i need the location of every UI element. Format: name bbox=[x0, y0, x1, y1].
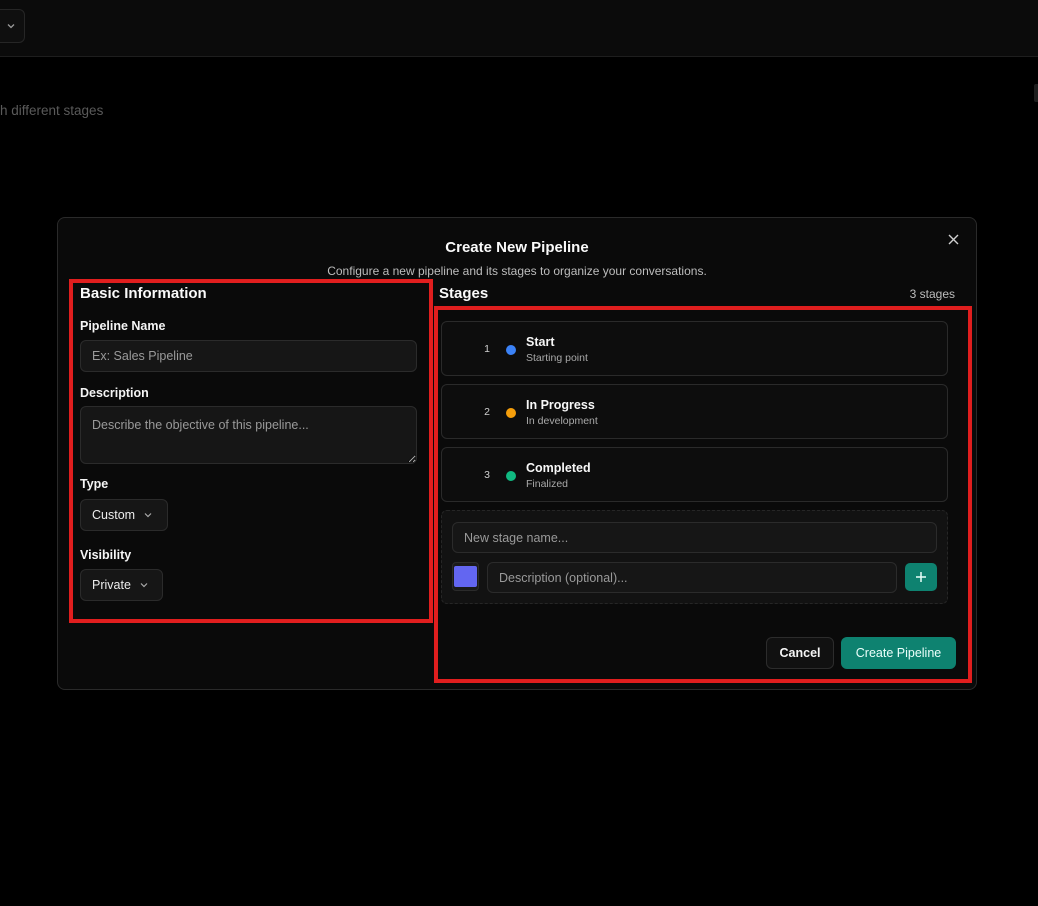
create-pipeline-dialog: Create New Pipeline Configure a new pipe… bbox=[57, 217, 977, 690]
plus-icon bbox=[916, 572, 926, 582]
stage-card[interactable]: 2 In Progress In development bbox=[441, 384, 948, 439]
basic-information-heading: Basic Information bbox=[80, 285, 207, 302]
type-label: Type bbox=[80, 477, 109, 491]
background-subtitle: h different stages bbox=[0, 103, 104, 118]
dialog-title: Create New Pipeline bbox=[445, 239, 589, 256]
stage-number: 2 bbox=[484, 406, 490, 418]
stage-count: 3 stages bbox=[909, 287, 955, 301]
visibility-select[interactable]: Private bbox=[80, 569, 163, 601]
stage-color-picker[interactable] bbox=[452, 562, 479, 591]
chevron-down-icon bbox=[7, 24, 15, 29]
stage-name: Completed bbox=[526, 461, 591, 475]
visibility-label: Visibility bbox=[80, 548, 132, 562]
chevron-down-icon bbox=[144, 513, 152, 518]
description-label: Description bbox=[80, 386, 149, 400]
stage-card[interactable]: 1 Start Starting point bbox=[441, 321, 948, 376]
dialog-description: Configure a new pipeline and its stages … bbox=[327, 264, 707, 278]
new-stage-description-input[interactable] bbox=[487, 562, 897, 593]
stages-heading: Stages bbox=[439, 285, 489, 302]
stage-card[interactable]: 3 Completed Finalized bbox=[441, 447, 948, 502]
create-pipeline-button[interactable]: Create Pipeline bbox=[841, 637, 956, 669]
background-corner-element bbox=[1034, 84, 1038, 102]
type-select-value: Custom bbox=[92, 508, 136, 522]
color-swatch-fill bbox=[454, 566, 477, 587]
top-dropdown[interactable] bbox=[0, 9, 25, 43]
stage-description: Finalized bbox=[526, 478, 569, 490]
visibility-select-value: Private bbox=[92, 578, 131, 592]
type-select[interactable]: Custom bbox=[80, 499, 168, 531]
stage-color-dot bbox=[506, 345, 516, 355]
stage-color-dot bbox=[506, 408, 516, 418]
stage-number: 3 bbox=[484, 469, 490, 481]
cancel-button[interactable]: Cancel bbox=[766, 637, 834, 669]
description-textarea[interactable] bbox=[80, 406, 417, 464]
add-stage-button[interactable] bbox=[905, 563, 937, 591]
stage-color-dot bbox=[506, 471, 516, 481]
new-stage-name-input[interactable] bbox=[452, 522, 937, 553]
stage-name: Start bbox=[526, 335, 555, 349]
chevron-down-icon bbox=[140, 583, 148, 588]
pipeline-name-input[interactable] bbox=[80, 340, 417, 372]
stage-description: Starting point bbox=[526, 352, 588, 364]
pipeline-name-label: Pipeline Name bbox=[80, 319, 166, 333]
stage-name: In Progress bbox=[526, 398, 595, 412]
app-topbar bbox=[0, 0, 1038, 57]
stage-description: In development bbox=[526, 415, 598, 427]
stage-number: 1 bbox=[484, 343, 490, 355]
